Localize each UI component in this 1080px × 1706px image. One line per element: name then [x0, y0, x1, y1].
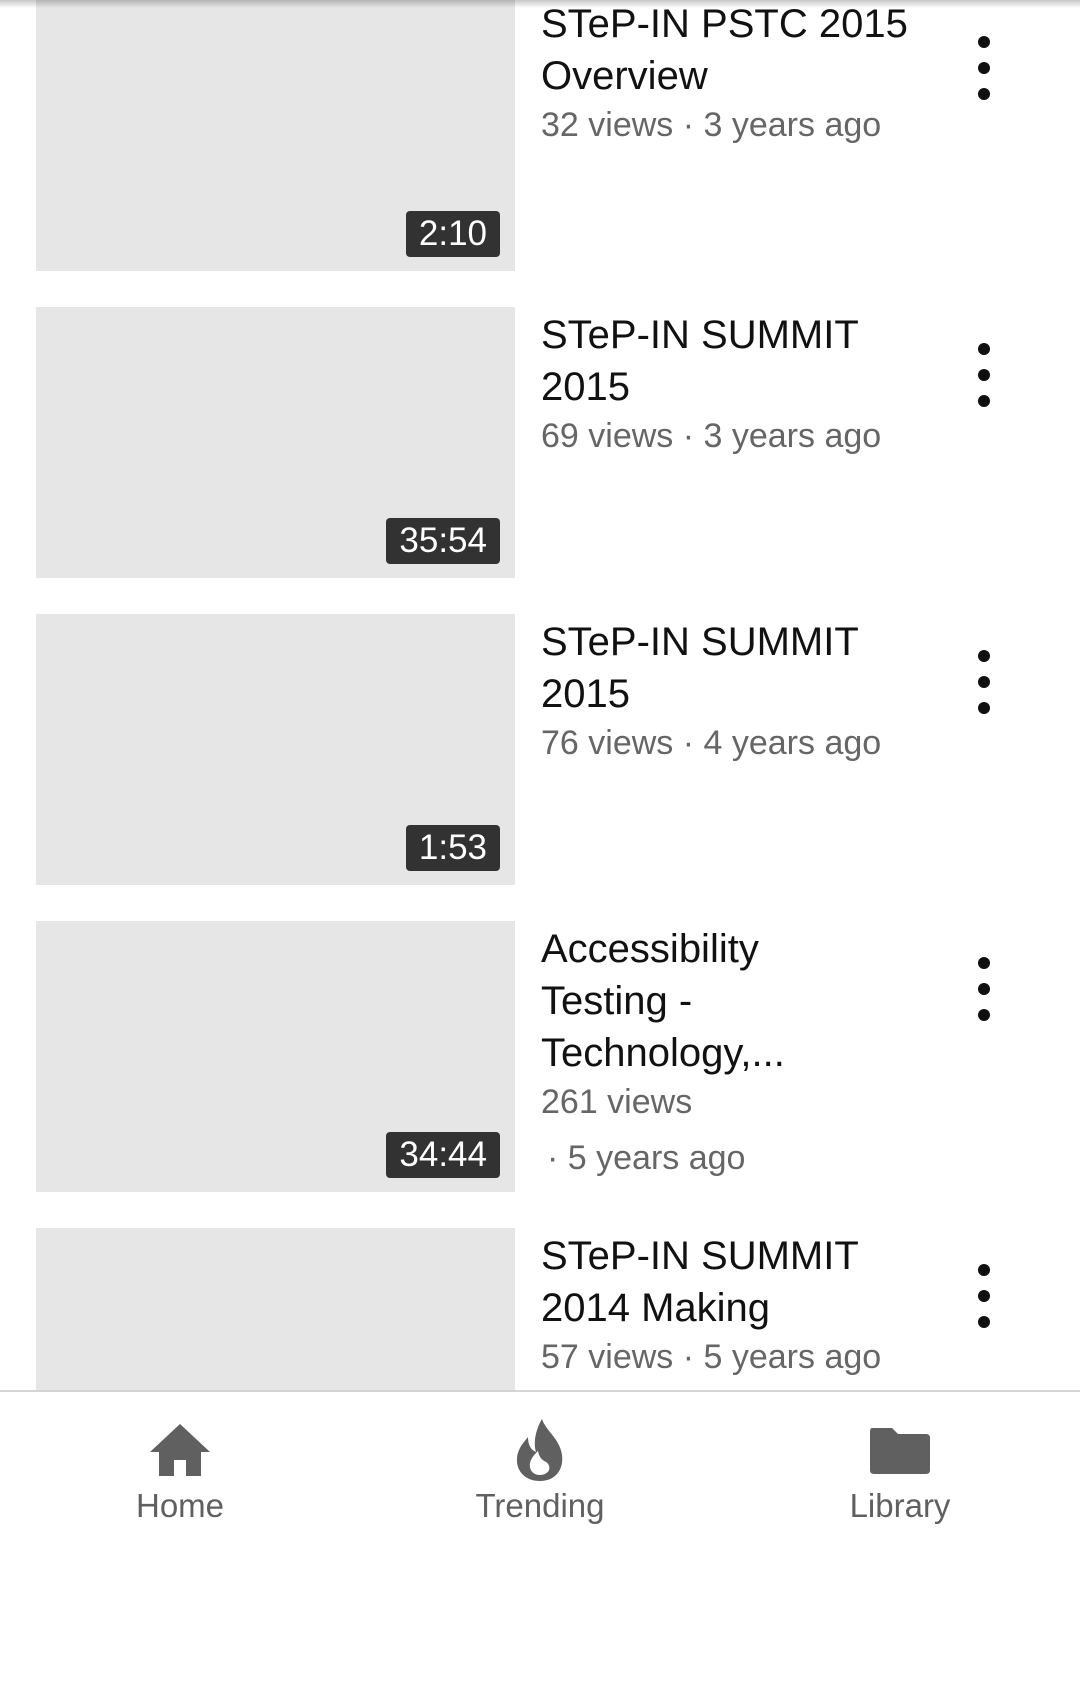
nav-home[interactable]: Home	[70, 1420, 290, 1528]
more-vert-icon	[978, 650, 990, 662]
video-item[interactable]: 2:10 STeP-IN PSTC 2015 Overview 32 views…	[0, 0, 1080, 271]
video-meta: 32 views · 3 years ago	[541, 106, 882, 144]
more-options-button[interactable]	[964, 1264, 1004, 1328]
video-item[interactable]: STeP-IN SUMMIT 2014 Making 57 views · 5 …	[0, 1228, 1080, 1392]
more-vert-icon	[978, 957, 990, 969]
video-item[interactable]: 34:44 Accessibility Testing - Technology…	[0, 921, 1080, 1192]
video-item[interactable]: 35:54 STeP-IN SUMMIT 2015 69 views · 3 y…	[0, 307, 1080, 578]
duration-badge: 35:54	[386, 518, 500, 564]
video-info[interactable]: STeP-IN SUMMIT 2015 69 views · 3 years a…	[541, 309, 911, 459]
video-meta: 76 views · 4 years ago	[541, 724, 882, 762]
video-thumbnail[interactable]: 2:10	[36, 0, 515, 271]
bottom-navigation: Home Trending Library	[0, 1390, 1080, 1706]
video-title[interactable]: STeP-IN PSTC 2015 Overview	[541, 0, 911, 102]
video-info[interactable]: STeP-IN SUMMIT 2015 76 views · 4 years a…	[541, 616, 911, 766]
video-thumbnail[interactable]: 1:53	[36, 614, 515, 885]
folder-icon	[868, 1420, 932, 1480]
duration-badge: 1:53	[405, 825, 500, 871]
video-thumbnail[interactable]: 34:44	[36, 921, 515, 1192]
nav-library[interactable]: Library	[790, 1420, 1010, 1528]
more-options-button[interactable]	[964, 650, 1004, 714]
more-vert-icon	[978, 36, 990, 48]
nav-trending[interactable]: Trending	[430, 1419, 650, 1528]
video-title[interactable]: STeP-IN SUMMIT 2015	[541, 616, 911, 720]
video-thumbnail[interactable]	[36, 1228, 515, 1392]
nav-trending-label: Trending	[475, 1487, 605, 1524]
video-info[interactable]: STeP-IN SUMMIT 2014 Making 57 views · 5 …	[541, 1230, 911, 1380]
video-meta-age: · 5 years ago	[547, 1139, 746, 1177]
nav-home-label: Home	[135, 1487, 225, 1524]
video-item[interactable]: 1:53 STeP-IN SUMMIT 2015 76 views · 4 ye…	[0, 614, 1080, 885]
more-vert-icon	[978, 1264, 990, 1276]
more-options-button[interactable]	[964, 36, 1004, 100]
more-options-button[interactable]	[964, 957, 1004, 1021]
video-list[interactable]: 2:10 STeP-IN PSTC 2015 Overview 32 views…	[0, 0, 1080, 1392]
top-shadow	[0, 0, 1080, 8]
video-info[interactable]: STeP-IN PSTC 2015 Overview 32 views · 3 …	[541, 0, 911, 148]
nav-library-label: Library	[849, 1487, 951, 1524]
video-meta: 57 views · 5 years ago	[541, 1338, 882, 1376]
video-info[interactable]: Accessibility Testing - Technology,... 2…	[541, 923, 911, 1181]
video-meta: 261 views	[541, 1083, 693, 1121]
more-options-button[interactable]	[964, 343, 1004, 407]
video-thumbnail[interactable]: 35:54	[36, 307, 515, 578]
video-title[interactable]: STeP-IN SUMMIT 2014 Making	[541, 1230, 871, 1334]
more-vert-icon	[978, 343, 990, 355]
video-title[interactable]: STeP-IN SUMMIT 2015	[541, 309, 911, 413]
video-meta: 69 views · 3 years ago	[541, 417, 882, 455]
duration-badge: 34:44	[386, 1132, 500, 1178]
home-icon	[148, 1420, 212, 1480]
flame-icon	[508, 1419, 572, 1481]
duration-badge: 2:10	[405, 211, 500, 257]
video-title[interactable]: Accessibility Testing - Technology,...	[541, 923, 831, 1079]
